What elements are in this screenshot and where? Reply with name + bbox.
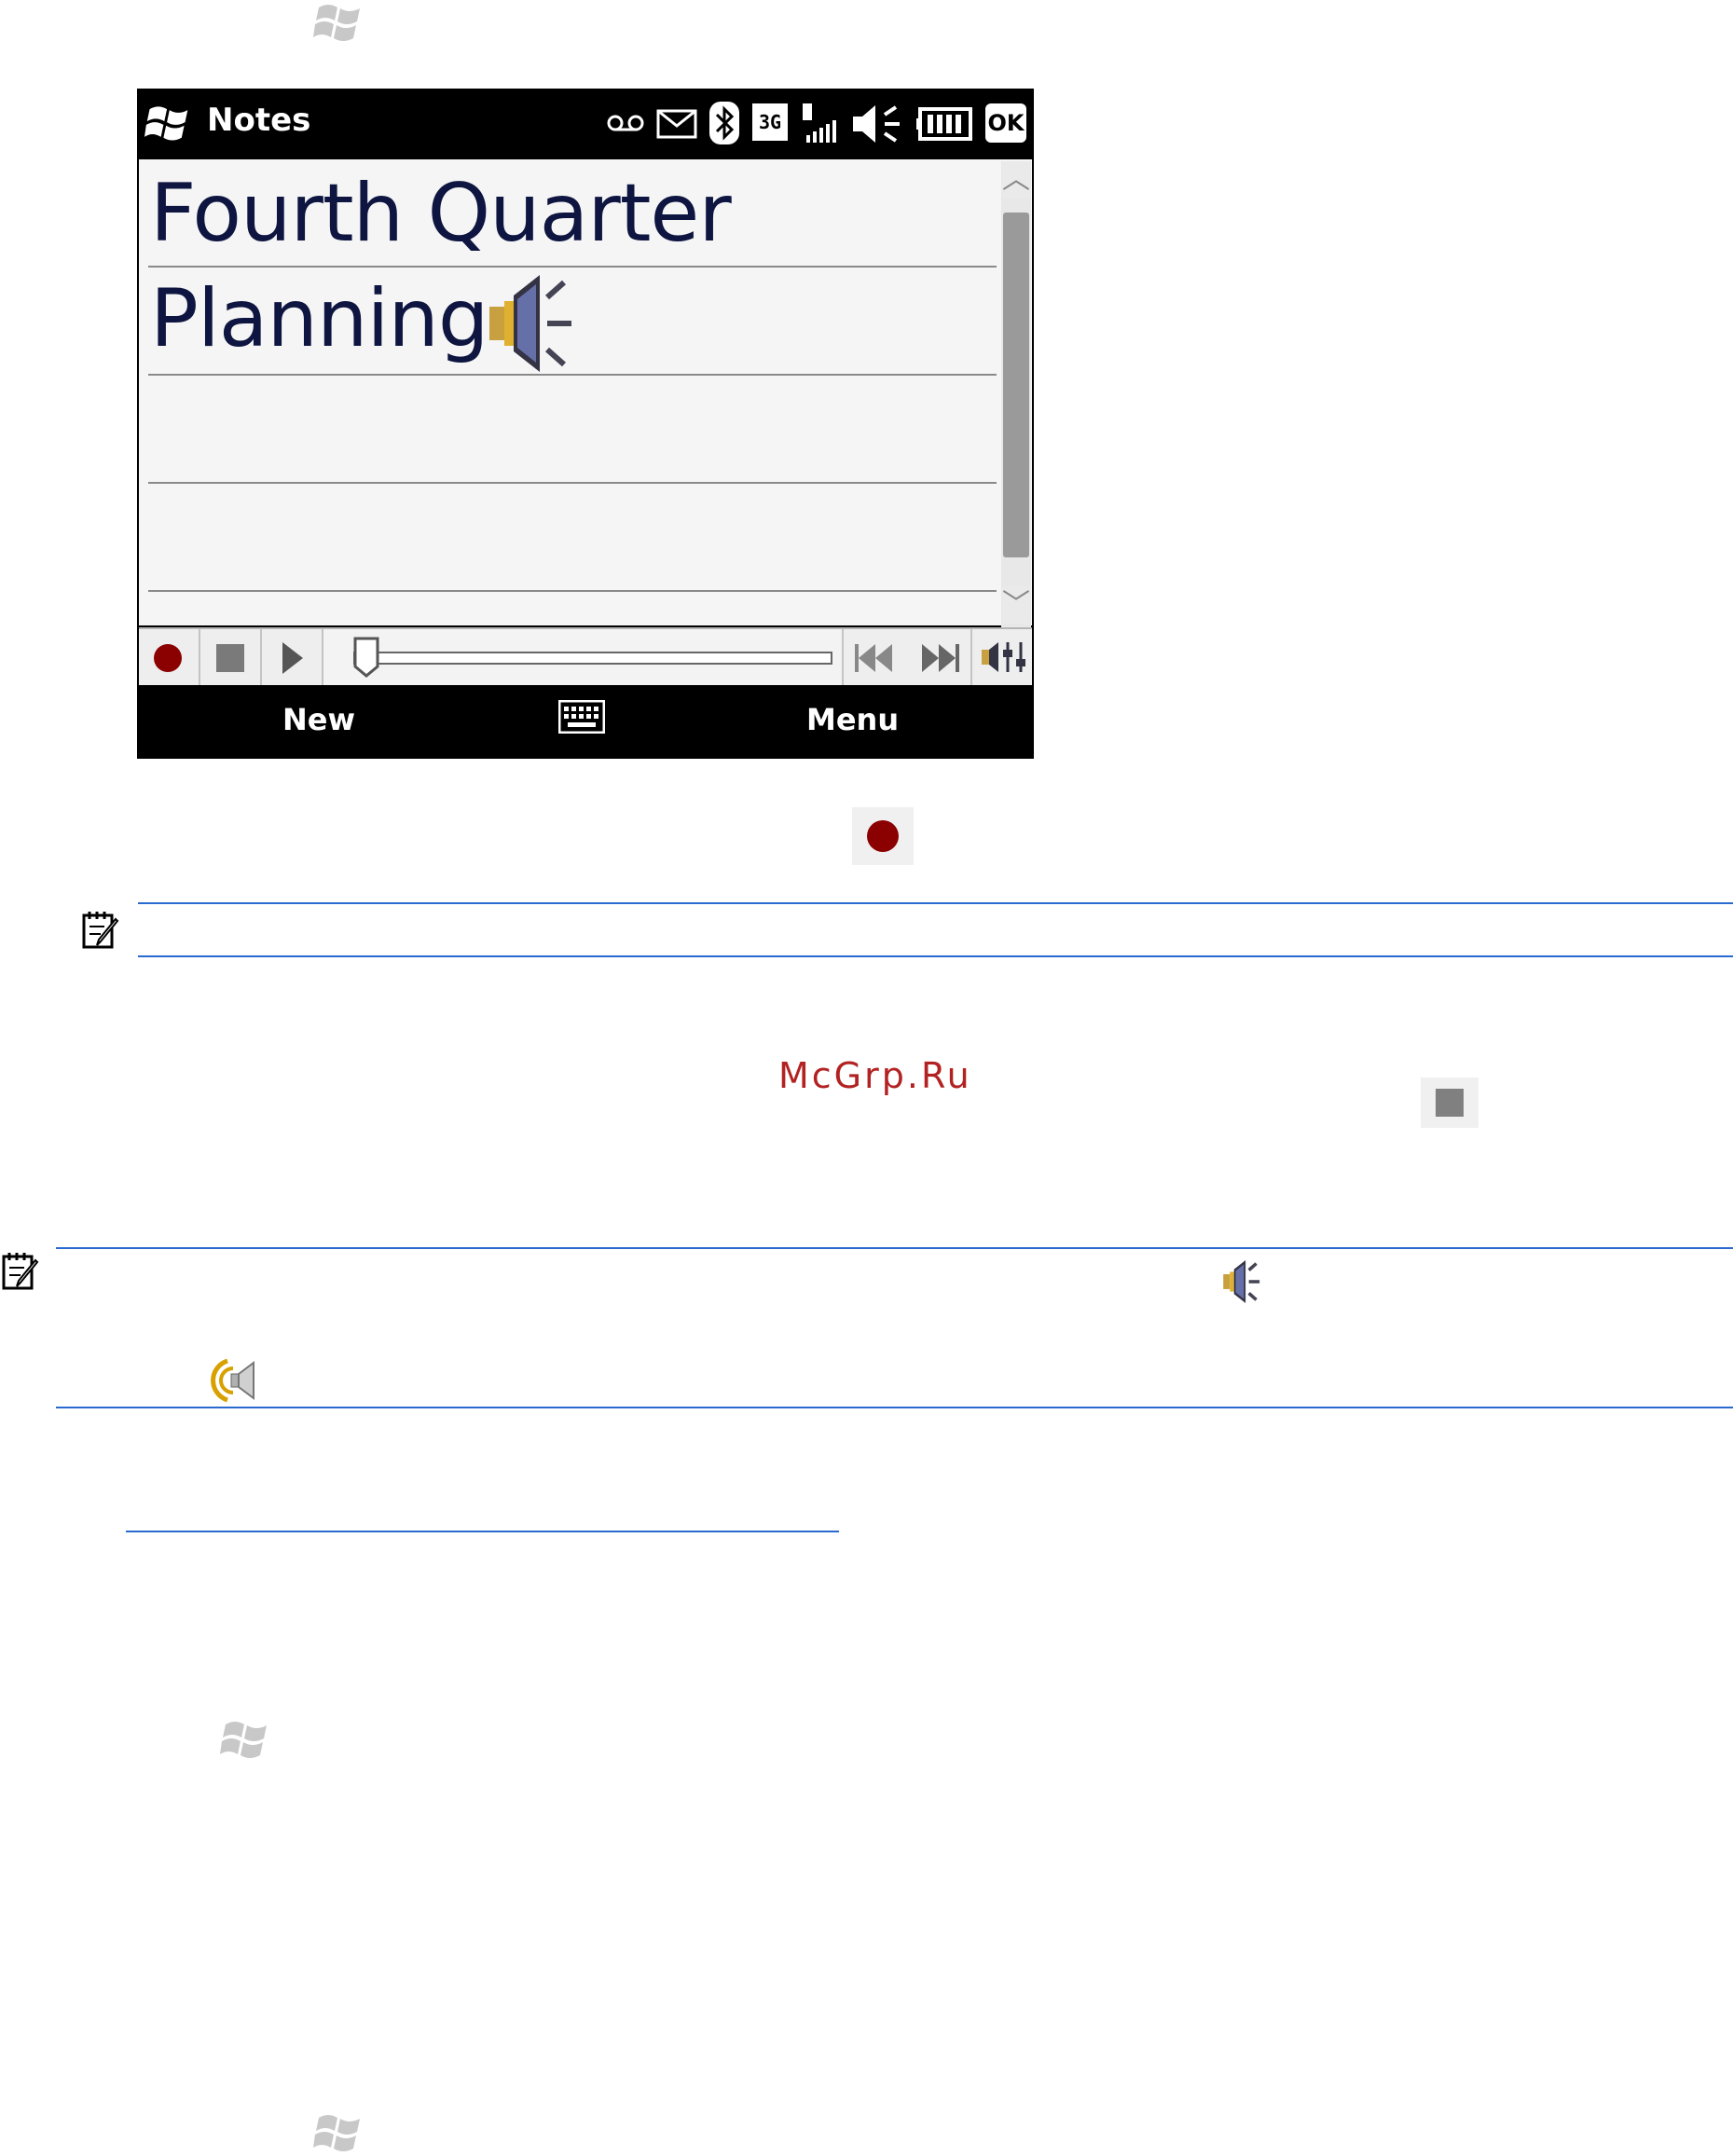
skip-back-button[interactable]: [842, 629, 909, 685]
slider-handle[interactable]: [353, 637, 379, 678]
note-content-area[interactable]: Fourth Quarter Planning ︿ ﹀: [139, 159, 1032, 627]
menu-button[interactable]: Menu: [806, 702, 899, 737]
soft-key-bar: New Menu: [137, 685, 1034, 759]
playback-position-slider[interactable]: [353, 637, 832, 678]
windows-start-icon: [220, 1722, 267, 1758]
play-button[interactable]: [262, 629, 323, 685]
ok-button[interactable]: OK: [985, 103, 1026, 143]
speaker-playing-icon: [211, 1358, 254, 1403]
record-icon: [867, 820, 899, 852]
voice-note-icon: [1223, 1260, 1260, 1303]
network-3g-icon: 3G: [752, 103, 788, 141]
vertical-scrollbar[interactable]: ︿ ﹀: [1001, 161, 1031, 627]
note-rule-bottom: [56, 1407, 1733, 1408]
ruled-line: [148, 266, 997, 268]
play-icon: [282, 642, 303, 674]
stop-button[interactable]: [200, 629, 262, 685]
scroll-thumb[interactable]: [1003, 213, 1029, 557]
stop-icon-box: [1421, 1078, 1479, 1128]
windows-start-icon[interactable]: [144, 102, 191, 144]
record-icon-box: [852, 807, 914, 865]
record-icon: [154, 644, 182, 672]
note-rule-bottom: [138, 955, 1733, 957]
email-icon: [656, 109, 697, 139]
note-icon: [2, 1253, 39, 1290]
speaker-volume-icon: [982, 642, 1025, 672]
ruled-line: [148, 374, 997, 376]
skip-back-icon: [855, 644, 892, 672]
note-line-1: Fourth Quarter: [150, 167, 732, 260]
windows-start-icon: [313, 5, 360, 41]
signal-strength-icon: [803, 103, 836, 143]
note-icon: [82, 912, 119, 949]
scroll-down-icon[interactable]: ﹀: [1002, 586, 1030, 624]
ruled-line: [148, 482, 997, 484]
keyboard-icon[interactable]: [558, 700, 605, 734]
bluetooth-icon: [709, 102, 739, 144]
battery-icon: [916, 107, 972, 141]
voice-note-icon[interactable]: [486, 275, 598, 372]
link-underline[interactable]: [126, 1531, 839, 1532]
stop-icon: [1436, 1089, 1464, 1117]
note-rule-top: [56, 1247, 1733, 1249]
note-rule-top: [138, 902, 1733, 904]
slider-track: [353, 652, 832, 665]
skip-forward-button[interactable]: [907, 629, 972, 685]
note-line-2: Planning: [150, 272, 488, 365]
stop-icon: [216, 644, 244, 672]
windows-start-icon: [313, 2115, 360, 2151]
volume-icon: [853, 105, 900, 143]
new-button[interactable]: New: [282, 702, 355, 737]
watermark-text: McGrp.Ru: [778, 1055, 972, 1096]
title-bar: Notes 3G OK: [137, 89, 1034, 159]
voicemail-icon: [607, 115, 644, 131]
recording-toolbar: [139, 627, 1032, 685]
app-title: Notes: [207, 102, 311, 139]
phone-screenshot: Notes 3G OK Fourth Quarter Planning ︿ ﹀ …: [137, 89, 1034, 759]
volume-control-button[interactable]: [972, 629, 1032, 685]
record-button[interactable]: [139, 629, 200, 685]
ruled-line: [148, 590, 997, 592]
skip-forward-icon: [922, 644, 959, 672]
scroll-up-icon[interactable]: ︿: [1002, 161, 1030, 199]
